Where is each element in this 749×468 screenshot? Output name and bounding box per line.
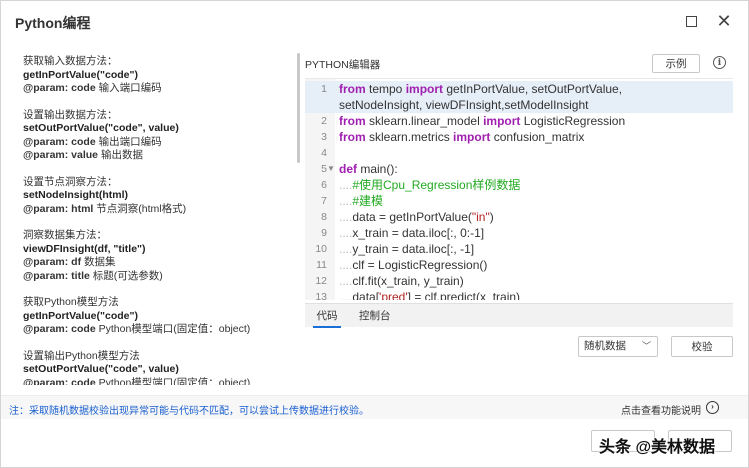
code-line: 13 ....data['pred'] = clf.predict(x_trai… (305, 289, 733, 300)
help-function: setNodeInsight(html) (23, 189, 128, 201)
param-key: @param: value (23, 149, 99, 161)
fold-icon[interactable]: ▼ (327, 161, 335, 177)
tab-console[interactable]: 控制台 (359, 304, 391, 328)
help-desc: 设置输出Python模型方法 (23, 349, 140, 362)
help-desc: 洞察数据集方法： (23, 229, 107, 241)
maximize-button[interactable] (681, 11, 701, 31)
help-param: @param: html 节点洞察(html格式) (23, 203, 293, 217)
help-desc: 获取Python模型方法 (23, 296, 119, 308)
line-number: 2 (321, 115, 327, 127)
help-param: @param: df 数据集 (23, 256, 293, 270)
help-param: @param: code Python模型端口(固定值：object) (23, 377, 293, 386)
help-block: 设置输出Python模型方法 setOutPortValue("code", va… (23, 350, 293, 386)
param-text: Python模型端口(固定值：object) (95, 376, 251, 386)
python-editor-dialog: Python编程 ✕ 获取输入数据方法： getInPortValue("code… (0, 0, 749, 468)
param-key: @param: code (23, 82, 96, 94)
param-text: 输入端口编码 (95, 82, 162, 94)
maximize-icon (685, 15, 697, 27)
param-key: @param: code (23, 135, 96, 148)
close-button[interactable]: ✕ (714, 11, 734, 31)
param-text: 输出数据 (98, 149, 143, 161)
code-line: 5 ▼ def main(): (305, 161, 733, 177)
arrow-right-icon[interactable]: › (706, 401, 719, 414)
param-text: 输出端口编码 (95, 135, 162, 148)
help-desc: 设置输出数据方法： (23, 108, 118, 121)
help-scrollbar[interactable] (297, 53, 300, 163)
code-line: 6 ....#使用Cpu_Regression样例数据 (305, 177, 733, 193)
line-number: 13 (315, 291, 327, 300)
code-line: 11 ....clf = LogisticRegression() (305, 257, 733, 273)
line-number: 6 (321, 179, 327, 191)
help-block: 设置节点洞察方法： setNodeInsight(html) @param: htm… (23, 176, 293, 217)
help-function: setOutPortValue("code", value) (23, 122, 179, 134)
code-line: 7 ....#建模 (305, 193, 733, 209)
help-param: @param: title 标题(可选参数) (23, 270, 293, 284)
code-line: 2 from sklearn.linear_model import Logis… (305, 113, 733, 129)
tab-code[interactable]: 代码 (313, 304, 341, 328)
param-key: @param: code (23, 376, 96, 386)
help-block: 洞察数据集方法： viewDFInsight(df, "title") @param… (23, 229, 293, 283)
help-param: @param: code 输入端口编码 (23, 82, 293, 96)
close-icon: ✕ (716, 10, 732, 31)
help-param: @param: value 输出数据 (23, 149, 293, 163)
code-line: setNodeInsight, viewDFInsight,setModelIn… (305, 97, 733, 113)
help-function: getInPortValue("code") (23, 68, 138, 81)
help-function: setOutPortValue("code", value) (23, 363, 179, 375)
help-function: viewDFInsight(df, "title") (23, 242, 146, 255)
param-key: @param: title (23, 269, 90, 282)
line-number: 3 (321, 131, 327, 143)
dialog-title: Python编程 (15, 15, 91, 31)
help-desc: 设置节点洞察方法： (23, 175, 118, 188)
code-line: 9 ....x_train = data.iloc[:, 0:-1] (305, 225, 733, 241)
footer-bar: 注：采取随机数据校验出现异常可能与代码不匹配，可以尝试上传数据进行校验。 点击查… (1, 395, 748, 419)
param-text: Python模型端口(固定值：object) (95, 323, 251, 335)
editor-label: PYTHON编辑器 (305, 59, 381, 71)
line-number: 9 (321, 227, 327, 239)
chevron-down-icon: ﹀ (641, 341, 651, 351)
param-text: 数据集 (81, 256, 116, 268)
api-help-panel: 获取输入数据方法： getInPortValue("code") @param: c… (23, 55, 293, 385)
param-key: @param: code (23, 323, 96, 335)
line-number: 11 (316, 259, 327, 271)
data-source-value: 随机数据 (584, 340, 626, 352)
validation-note: 注：采取随机数据校验出现异常可能与代码不匹配，可以尝试上传数据进行校验。 (9, 406, 369, 417)
code-line: 12 ....clf.fit(x_train, y_train) (305, 273, 733, 289)
help-block: 设置输出数据方法： setOutPortValue("code", value) @… (23, 109, 293, 163)
param-key: @param: html (23, 202, 94, 215)
line-number: 8 (321, 211, 327, 223)
help-block: 获取Python模型方法 getInPortValue("code") @param… (23, 296, 293, 337)
help-param: @param: code 输出端口编码 (23, 136, 293, 150)
watermark: 头条 @美林数据 (599, 439, 716, 456)
code-line: 3 from sklearn.metrics import confusion_… (305, 129, 733, 145)
help-block: 获取输入数据方法： getInPortValue("code") @param: c… (23, 55, 293, 96)
help-function: getInPortValue("code") (23, 309, 138, 322)
line-number: 5 (321, 163, 327, 175)
title-bar: Python编程 ✕ (1, 1, 748, 41)
param-text: 节点洞察(html格式) (93, 202, 187, 215)
help-link[interactable]: 点击查看功能说明 (621, 402, 701, 417)
line-number: 12 (315, 275, 327, 287)
line-number: 4 (321, 147, 327, 159)
code-line: 1 from tempo import getInPortValue, setO… (305, 81, 733, 97)
info-icon[interactable]: i (713, 56, 726, 69)
line-number: 10 (315, 243, 327, 255)
param-key: @param: df (23, 256, 82, 268)
param-text: 标题(可选参数) (89, 269, 163, 282)
data-source-select[interactable]: 随机数据 ﹀ (578, 336, 658, 357)
code-line: 8 ....data = getInPortValue("in") (305, 209, 733, 225)
editor-tabs: 代码 控制台 (305, 303, 733, 328)
line-number: 7 (321, 195, 327, 207)
check-button[interactable]: 校验 (671, 336, 733, 357)
help-param: @param: code Python模型端口(固定值：object) (23, 323, 293, 337)
example-button[interactable]: 示例 (652, 54, 700, 73)
help-desc: 获取输入数据方法： (23, 55, 118, 67)
code-line: 10 ....y_train = data.iloc[:, -1] (305, 241, 733, 257)
line-number: 1 (321, 83, 327, 95)
code-line: 4 (305, 145, 733, 161)
code-editor[interactable]: 1 from tempo import getInPortValue, setO… (305, 78, 733, 300)
